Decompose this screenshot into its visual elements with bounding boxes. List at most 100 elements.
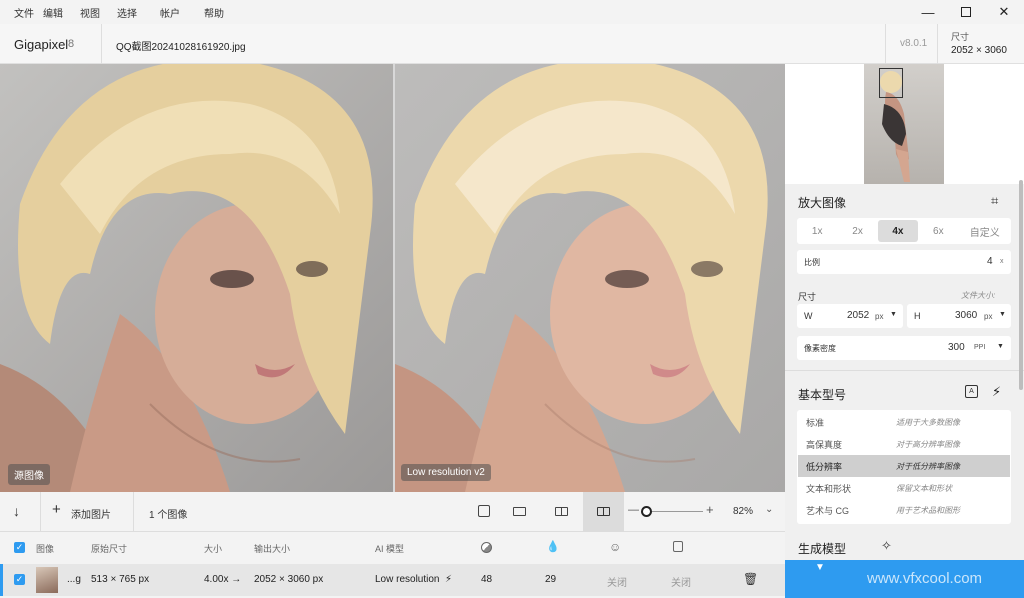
model-art-cg[interactable]: 艺术与 CG 用于艺术品和图形 [798,499,1010,521]
height-field[interactable]: H 3060 px ▼ [907,304,1011,328]
fit-view-icon[interactable] [478,505,490,517]
output-preview: Low resolution v2 [395,64,785,492]
scale-custom[interactable]: 自定义 [959,220,1011,242]
import-arrow-icon[interactable]: ↓ [13,503,20,519]
app-version-badge: 8 [68,38,75,50]
side-by-side-view-button[interactable] [583,492,624,532]
divider [885,24,886,64]
trash-icon[interactable]: 🗑 [743,572,758,586]
menu-edit[interactable]: 编辑 [43,5,63,20]
divider [785,370,1024,371]
compare-models-icon[interactable]: A [965,385,978,398]
menu-file[interactable]: 文件 [14,5,34,20]
ppi-value: 300 [948,342,965,353]
lightning-icon[interactable]: ⚡ [992,384,1001,400]
zoom-in-icon[interactable]: + [706,502,714,517]
model-text-shapes[interactable]: 文本和形状 保留文本和形状 [798,477,1010,499]
scale-6x[interactable]: 6x [918,220,958,242]
col-ai-model: AI 模型 [375,544,405,554]
crop-icon[interactable]: ⌗ [991,193,998,209]
caret-down-icon[interactable]: ▼ [890,311,897,318]
denoise-value: 48 [481,574,493,585]
minimize-icon[interactable]: — [918,4,938,20]
ratio-label: 比例 [804,258,820,267]
height-label: H [914,311,921,321]
zoom-slider-handle[interactable] [641,506,652,517]
scale-options: 1x 2x 4x 6x 自定义 [797,220,1011,242]
face-icon: ☺ [609,540,622,554]
zoom-out-icon[interactable]: — [628,504,639,516]
close-icon[interactable]: ✕ [994,4,1014,20]
model-high-fidelity[interactable]: 高保真度 对于高分辨率图像 [798,433,1010,455]
navigator-thumbnail[interactable] [864,64,944,184]
table-row[interactable]: ✓ ...g 513 × 765 px 4.00x → 2052 × 3060 … [0,564,785,596]
ai-model: Low resolution [375,574,440,585]
width-unit: px [875,312,884,321]
model-name: 标准 [806,417,825,428]
sparkle-icon[interactable]: ✧ [881,538,892,554]
export-bar[interactable]: ▼ www.vfxcool.com [785,560,1024,598]
preview-canvas[interactable]: 源图像 Low resolution v2 [0,64,785,492]
zoom-slider[interactable] [643,511,703,512]
scale-1x[interactable]: 1x [797,220,837,242]
add-icon[interactable]: + [52,501,61,518]
face-value: 关闭 [607,578,627,589]
row-checkbox[interactable]: ✓ [14,574,25,585]
viewport-frame[interactable] [879,68,903,98]
height-value: 3060 [955,310,978,321]
output-photo [395,64,768,492]
navigator [785,64,1024,184]
chevron-down-icon[interactable]: ⌄ [765,504,773,515]
col-image: 图像 [36,544,55,554]
list-header: ✓ 图像 原始尺寸 大小 输出大小 AI 模型 💧 ☺ [0,532,785,564]
menu-view[interactable]: 视图 [80,5,100,20]
file-name: QQ截图20241028161920.jpg [116,42,246,53]
model-desc: 保留文本和形状 [896,483,952,493]
generative-model-title: 生成模型 [798,542,847,556]
width-label: W [804,311,813,321]
caret-down-icon[interactable]: ▼ [997,343,1004,350]
size-label: 尺寸 [951,32,970,42]
col-scale: 大小 [204,544,223,554]
thumbnail [36,567,58,593]
menu-select[interactable]: 选择 [117,5,137,20]
caret-down-icon[interactable]: ▼ [815,562,825,573]
maximize-icon[interactable] [956,4,976,20]
width-value: 2052 [847,310,870,321]
source-tag: 源图像 [8,464,50,485]
ratio-field[interactable]: 比例 4 x [797,250,1011,274]
watermark: www.vfxcool.com [867,570,983,587]
divider [101,24,102,64]
caret-down-icon[interactable]: ▼ [999,311,1006,318]
select-all-checkbox[interactable]: ✓ [14,542,25,553]
add-image-button[interactable]: 添加图片 [71,506,111,521]
app-version: v8.0.1 [900,38,928,49]
width-field[interactable]: W 2052 px ▼ [797,304,903,328]
title-bar: Gigapixel 8 QQ截图20241028161920.jpg v8.0.… [0,24,1024,64]
col-original-size: 原始尺寸 [91,544,128,554]
scale-2x[interactable]: 2x [837,220,877,242]
zoom-level[interactable]: 82% [733,506,753,517]
side-by-side-icon [597,507,610,516]
menu-account[interactable]: 帐户 [160,5,180,20]
model-name: 低分辨率 [806,461,843,472]
menu-help[interactable]: 帮助 [204,5,224,20]
scale-4x[interactable]: 4x [877,220,919,242]
split-view-icon[interactable] [555,507,568,516]
model-name: 艺术与 CG [806,505,850,516]
ppi-field[interactable]: 像素密度 300 PPI ▼ [797,336,1011,360]
sharpen-drop-icon: 💧 [546,541,560,553]
upscale-title: 放大图像 [798,196,847,210]
ppi-label: 像素密度 [804,344,836,353]
single-view-icon[interactable] [513,507,526,516]
file-size-label: 文件大小: [961,291,996,300]
app-name: Gigapixel [14,37,69,52]
panel-scrollbar[interactable] [1019,180,1023,390]
original-preview: 源图像 [0,64,393,492]
original-photo [0,64,373,492]
model-standard[interactable]: 标准 适用于大多数图像 [798,411,1010,433]
sharpen-value: 29 [545,574,557,585]
scale-factor: 4.00x → [204,574,242,585]
ppi-unit: PPI [974,344,986,351]
model-low-resolution[interactable]: 低分辨率 对于低分辨率图像 [798,455,1010,477]
